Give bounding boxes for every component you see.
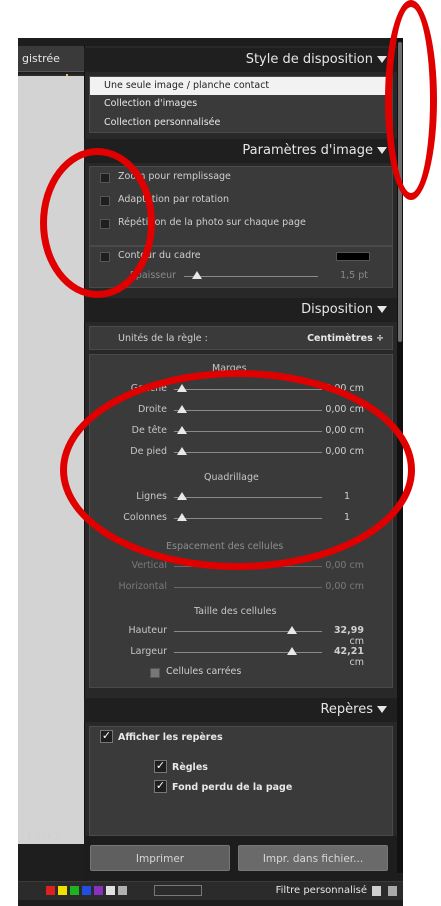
- value-number: 0,00: [325, 581, 347, 592]
- print-button[interactable]: Imprimer: [90, 845, 230, 871]
- cell-height-value: 32,99 cm: [318, 625, 364, 647]
- layout-style-option-single[interactable]: Une seule image / planche contact: [90, 77, 392, 95]
- layout-style-option-custom[interactable]: Collection personnalisée: [104, 117, 220, 128]
- layout-style-option-collection[interactable]: Collection d'images: [104, 98, 197, 109]
- print-to-file-button-label: Impr. dans fichier...: [262, 853, 364, 865]
- layout-style-box: Une seule image / planche contact Collec…: [89, 76, 393, 133]
- cell-width-value: 42,21 cm: [318, 646, 364, 668]
- thickness-slider-knob[interactable]: [192, 271, 202, 279]
- layout-style-title: Style de disposition: [245, 52, 373, 67]
- spacing-horizontal-slider[interactable]: [174, 587, 322, 588]
- value-number: 32,99: [333, 625, 364, 636]
- color-label-yellow[interactable]: [58, 886, 67, 895]
- thickness-slider-track[interactable]: [184, 276, 318, 277]
- page-bleed-label: Fond perdu de la page: [172, 782, 293, 793]
- annotation-ring-scrollbar: [385, 0, 437, 200]
- show-guides-label: Afficher les repères: [118, 732, 223, 743]
- value-unit: cm: [349, 383, 364, 394]
- spacing-horizontal-label: Horizontal: [118, 581, 167, 592]
- image-settings-title: Paramètres d'image: [242, 143, 373, 158]
- ruler-units-box: Unités de la règle : Centimètres ÷: [89, 326, 393, 350]
- collapse-triangle-icon: [377, 706, 387, 713]
- guides-header[interactable]: Repères: [84, 698, 397, 722]
- guides-title: Repères: [320, 702, 373, 717]
- value-unit: cm: [349, 581, 364, 592]
- page-bleed-checkbox[interactable]: ✓: [154, 780, 167, 793]
- image-settings-header[interactable]: Paramètres d'image: [84, 139, 397, 163]
- value-number: 42,21: [333, 646, 364, 657]
- saved-template-tab-label: gistrée: [22, 52, 60, 65]
- collapse-triangle-icon: [377, 147, 387, 154]
- spacing-horizontal-value: 0,00 cm: [318, 581, 364, 592]
- layout-header[interactable]: Disposition: [84, 298, 397, 322]
- square-cells-checkbox[interactable]: [150, 668, 160, 678]
- color-label-blue[interactable]: [82, 886, 91, 895]
- annotation-ring-checkboxes: [40, 148, 155, 298]
- layout-style-header[interactable]: Style de disposition: [84, 48, 397, 72]
- view-mode-icons[interactable]: [154, 885, 202, 896]
- cell-width-label: Largeur: [130, 646, 167, 657]
- cell-width-slider[interactable]: [174, 652, 322, 653]
- color-label-green[interactable]: [70, 886, 79, 895]
- saved-template-tab[interactable]: gistrée: [18, 46, 84, 72]
- thickness-value: 1,5 pt: [340, 270, 368, 281]
- custom-filter-label[interactable]: Filtre personnalisé: [276, 882, 367, 900]
- layout-style-option-label: Une seule image / planche contact: [104, 80, 270, 91]
- color-label-custom[interactable]: [106, 886, 115, 895]
- show-guides-checkbox[interactable]: ✓: [100, 730, 113, 743]
- layout-style-option-label: Collection d'images: [104, 98, 198, 109]
- spacing-vertical-label: Vertical: [131, 560, 167, 571]
- page-counter: 1 sur 3: [26, 831, 61, 842]
- rulers-label: Règles: [172, 762, 208, 773]
- cell-height-label: Hauteur: [128, 625, 167, 636]
- cell-size-title: Taille des cellules: [194, 606, 277, 617]
- ruler-units-label: Unités de la règle :: [118, 333, 208, 344]
- filmstrip-filter-bar: Filtre personnalisé: [18, 881, 403, 900]
- filter-dropdown-icon[interactable]: [372, 886, 381, 896]
- filter-lock-icon[interactable]: [388, 886, 397, 896]
- spacing-vertical-value: 0,00 cm: [318, 560, 364, 571]
- annotation-ring-sliders: [60, 370, 415, 570]
- cell-height-slider[interactable]: [174, 631, 322, 632]
- color-label-purple[interactable]: [94, 886, 103, 895]
- print-to-file-button[interactable]: Impr. dans fichier...: [238, 845, 388, 871]
- cell-width-knob[interactable]: [286, 647, 297, 655]
- color-label-red[interactable]: [46, 886, 55, 895]
- rulers-checkbox[interactable]: ✓: [154, 760, 167, 773]
- cell-height-knob[interactable]: [286, 626, 297, 634]
- collapse-triangle-icon: [377, 56, 387, 63]
- layout-title: Disposition: [301, 302, 373, 317]
- collapse-triangle-icon: [377, 306, 387, 313]
- print-button-label: Imprimer: [135, 853, 185, 865]
- value-number: 0,00: [325, 560, 347, 571]
- square-cells-label: Cellules carrées: [166, 666, 242, 677]
- layout-style-option-label: Collection personnalisée: [104, 117, 221, 128]
- color-label-none[interactable]: [118, 886, 127, 895]
- frame-color-swatch[interactable]: [336, 252, 370, 261]
- value-unit: cm: [349, 560, 364, 571]
- ruler-units-select[interactable]: Centimètres ÷: [307, 333, 384, 344]
- value-unit: cm: [349, 657, 364, 668]
